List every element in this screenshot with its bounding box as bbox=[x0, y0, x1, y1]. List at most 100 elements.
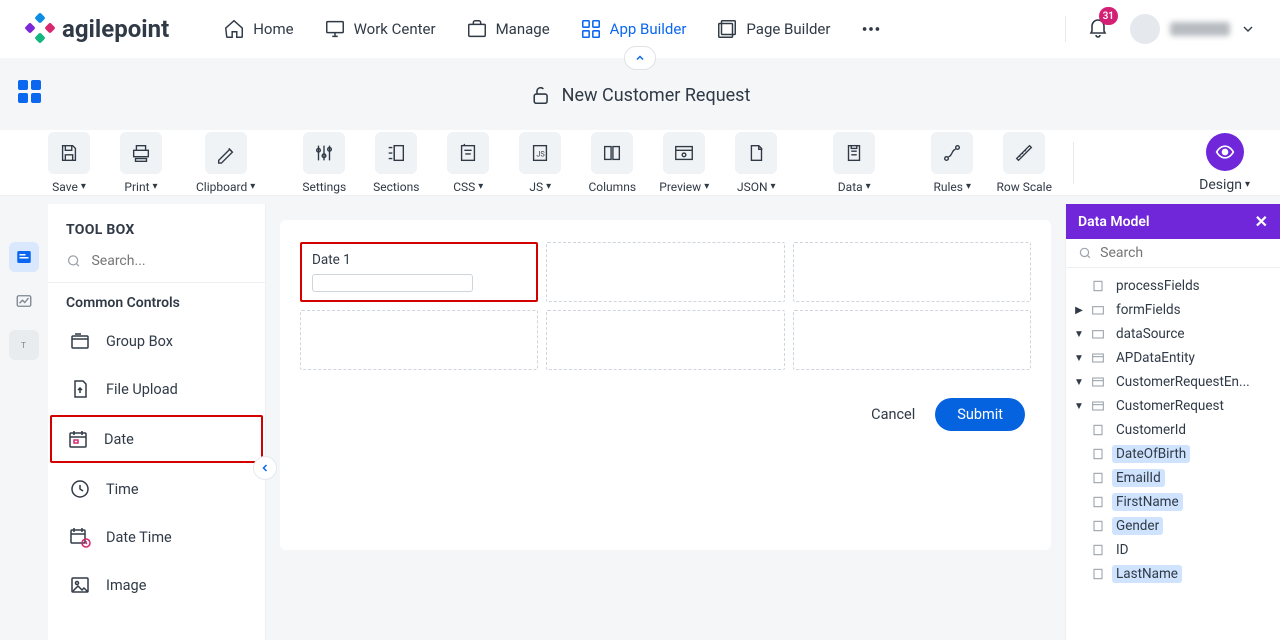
tree-leaf[interactable]: Gender bbox=[1070, 514, 1276, 538]
chevron-left-icon bbox=[259, 462, 271, 474]
field-date-1[interactable]: Date 1 bbox=[300, 242, 538, 302]
nav-label: Home bbox=[253, 20, 293, 38]
tool-file-upload[interactable]: File Upload bbox=[54, 367, 259, 411]
notification-badge: 31 bbox=[1099, 7, 1118, 25]
data-model-search-input[interactable] bbox=[1100, 245, 1268, 261]
tree-node-customerrequesten[interactable]: ▼CustomerRequestEn... bbox=[1070, 370, 1276, 394]
toolbox-search-input[interactable] bbox=[91, 253, 247, 269]
columns-button[interactable]: Columns bbox=[583, 132, 641, 194]
user-menu[interactable] bbox=[1130, 14, 1256, 44]
nav-work-center[interactable]: Work Center bbox=[318, 10, 442, 48]
json-button[interactable]: JSON▾ bbox=[727, 132, 785, 194]
unlock-icon bbox=[530, 84, 552, 106]
svg-text:T: T bbox=[21, 341, 26, 351]
tree-leaf-label: LastName bbox=[1112, 565, 1182, 583]
save-button[interactable]: Save▾ bbox=[40, 132, 98, 194]
tree-node-datasource[interactable]: ▼dataSource bbox=[1070, 322, 1276, 346]
chevron-up-icon bbox=[634, 52, 646, 64]
design-mode-button[interactable]: Design▾ bbox=[1199, 133, 1250, 193]
rail-text-tab[interactable]: T bbox=[9, 330, 39, 360]
toolbox-panel: TOOL BOX Common Controls Group Box File … bbox=[48, 204, 266, 640]
tool-date[interactable]: Date bbox=[50, 415, 263, 463]
chart-icon bbox=[15, 292, 33, 310]
nav-app-builder[interactable]: App Builder bbox=[574, 10, 693, 48]
json-icon bbox=[745, 142, 767, 164]
sliders-icon bbox=[313, 142, 335, 164]
rail-toolbox-tab[interactable] bbox=[9, 242, 39, 272]
settings-button[interactable]: Settings bbox=[295, 132, 353, 194]
form-actions: Cancel Submit bbox=[300, 398, 1031, 431]
groupbox-icon bbox=[68, 329, 92, 353]
data-icon bbox=[843, 142, 865, 164]
preview-button[interactable]: Preview▾ bbox=[655, 132, 713, 194]
field-icon bbox=[1090, 566, 1106, 582]
drop-cell[interactable] bbox=[546, 242, 784, 302]
css-icon bbox=[457, 142, 479, 164]
nav-label: App Builder bbox=[610, 20, 687, 38]
drop-cell[interactable] bbox=[793, 242, 1031, 302]
tree-leaf[interactable]: ID bbox=[1070, 538, 1276, 562]
toolbox-search[interactable] bbox=[48, 246, 265, 283]
fileupload-icon bbox=[68, 377, 92, 401]
rail-analytics-tab[interactable] bbox=[9, 286, 39, 316]
rules-button[interactable]: Rules▾ bbox=[923, 132, 981, 194]
primary-nav: Home Work Center Manage App Builder Page… bbox=[217, 10, 888, 48]
data-model-search[interactable] bbox=[1066, 239, 1280, 268]
js-button[interactable]: JS JS▾ bbox=[511, 132, 569, 194]
tree-node-customerrequest[interactable]: ▼CustomerRequest bbox=[1070, 394, 1276, 418]
tree-leaf[interactable]: FirstName bbox=[1070, 490, 1276, 514]
css-button[interactable]: CSS▾ bbox=[439, 132, 497, 194]
field-input[interactable] bbox=[312, 274, 473, 292]
drop-cell[interactable] bbox=[546, 310, 784, 370]
data-model-tree: processFields ▶formFields ▼dataSource ▼A… bbox=[1066, 268, 1280, 590]
nav-label: Work Center bbox=[354, 20, 436, 38]
data-button[interactable]: Data▾ bbox=[825, 132, 883, 194]
tree-leaf-label: Gender bbox=[1112, 517, 1163, 535]
chevron-down-icon bbox=[1240, 21, 1256, 37]
tree-leaf-label: EmailId bbox=[1112, 469, 1165, 487]
close-icon[interactable]: ✕ bbox=[1255, 212, 1268, 231]
toolbox-collapse-button[interactable] bbox=[253, 456, 277, 480]
tree-leaf[interactable]: CustomerId bbox=[1070, 418, 1276, 442]
tool-time[interactable]: Time bbox=[54, 467, 259, 511]
drop-cell[interactable] bbox=[300, 310, 538, 370]
toolbox-section-label: Common Controls bbox=[48, 283, 265, 317]
tree-leaf[interactable]: DateOfBirth bbox=[1070, 442, 1276, 466]
clipboard-button[interactable]: Clipboard▾ bbox=[196, 132, 255, 194]
nav-home[interactable]: Home bbox=[217, 10, 299, 48]
sections-button[interactable]: Sections bbox=[367, 132, 425, 194]
field-icon bbox=[1090, 518, 1106, 534]
row-scale-button[interactable]: Row Scale bbox=[995, 132, 1053, 194]
form-canvas[interactable]: Date 1 Cancel Submit bbox=[280, 220, 1051, 550]
submit-button[interactable]: Submit bbox=[935, 398, 1025, 431]
main-area: T TOOL BOX Common Controls Group Box Fil… bbox=[0, 196, 1280, 640]
nav-manage[interactable]: Manage bbox=[460, 10, 556, 48]
notifications-button[interactable]: 31 bbox=[1086, 15, 1110, 43]
avatar bbox=[1130, 14, 1160, 44]
drop-cell[interactable] bbox=[793, 310, 1031, 370]
search-icon bbox=[66, 252, 81, 270]
tree-node-apdataentity[interactable]: ▼APDataEntity bbox=[1070, 346, 1276, 370]
nav-page-builder[interactable]: Page Builder bbox=[710, 10, 836, 48]
collapse-header-button[interactable] bbox=[624, 46, 656, 70]
tool-datetime[interactable]: Date Time bbox=[54, 515, 259, 559]
tool-image[interactable]: Image bbox=[54, 563, 259, 607]
app-switcher-button[interactable] bbox=[18, 80, 46, 108]
data-model-title: Data Model bbox=[1078, 214, 1150, 230]
tree-leaf[interactable]: LastName bbox=[1070, 562, 1276, 586]
tool-group-box[interactable]: Group Box bbox=[54, 319, 259, 363]
nav-right: 31 bbox=[1065, 14, 1256, 44]
image-icon bbox=[68, 573, 92, 597]
save-icon bbox=[58, 142, 80, 164]
datetime-icon bbox=[68, 525, 92, 549]
nav-more[interactable] bbox=[854, 10, 888, 48]
print-button[interactable]: Print▾ bbox=[112, 132, 170, 194]
tree-node-processfields[interactable]: processFields bbox=[1070, 274, 1276, 298]
cancel-button[interactable]: Cancel bbox=[871, 406, 915, 423]
tree-leaf[interactable]: EmailId bbox=[1070, 466, 1276, 490]
data-model-header: Data Model ✕ bbox=[1066, 204, 1280, 239]
pencil-icon bbox=[215, 142, 237, 164]
date-icon bbox=[66, 427, 90, 451]
tree-node-formfields[interactable]: ▶formFields bbox=[1070, 298, 1276, 322]
canvas-wrap: Date 1 Cancel Submit bbox=[266, 196, 1065, 640]
